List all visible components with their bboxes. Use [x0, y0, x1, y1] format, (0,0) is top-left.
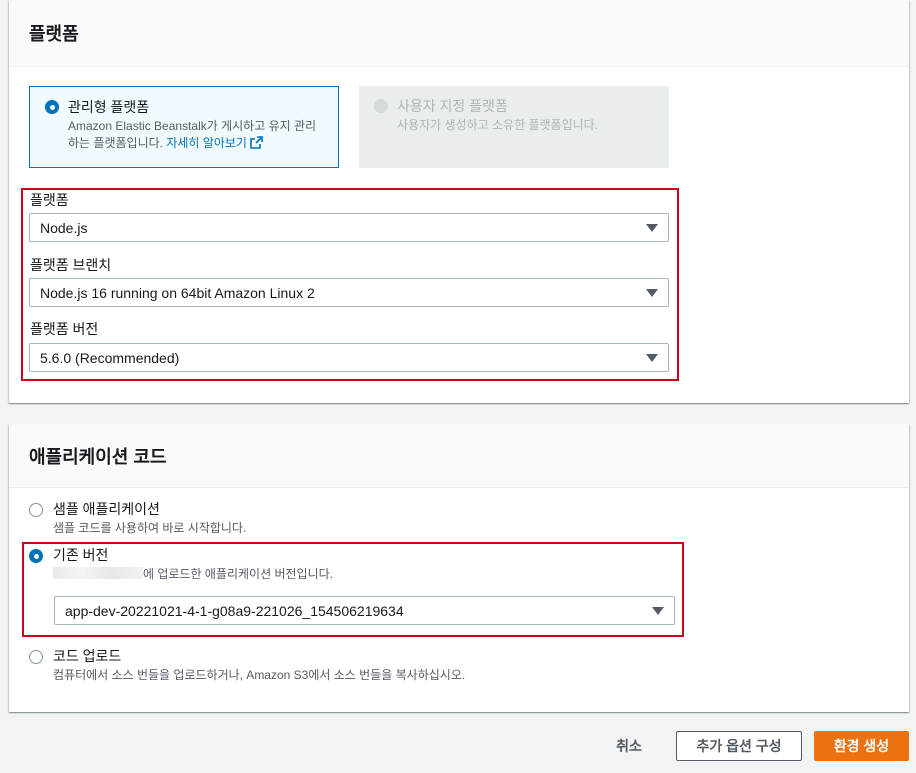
application-code-panel: 애플리케이션 코드 샘플 애플리케이션 샘플 코드를 사용하여 바로 시작합니다… — [9, 424, 909, 712]
configure-more-options-button[interactable]: 추가 옵션 구성 — [676, 731, 802, 761]
upload-code-description: 컴퓨터에서 소스 번들을 업로드하거나, Amazon S3에서 소스 번들을 … — [53, 668, 466, 682]
sample-application-title: 샘플 애플리케이션 — [53, 501, 160, 517]
managed-platform-description: Amazon Elastic Beanstalk가 게시하고 유지 관리하는 플… — [68, 118, 326, 152]
sample-application-description: 샘플 코드를 사용하여 바로 시작합니다. — [53, 521, 247, 535]
upload-code-title: 코드 업로드 — [53, 648, 122, 664]
upload-code-option[interactable]: 코드 업로드 컴퓨터에서 소스 번들을 업로드하거나, Amazon S3에서 … — [29, 648, 465, 684]
managed-platform-radio[interactable] — [45, 100, 59, 114]
custom-platform-tile: 사용자 지정 플랫폼 사용자가 생성하고 소유한 플랫폼입니다. — [359, 86, 669, 168]
learn-more-link-text[interactable]: 자세히 알아보기 — [166, 136, 247, 150]
cancel-button[interactable]: 취소 — [604, 731, 654, 761]
custom-platform-title: 사용자 지정 플랫폼 — [397, 98, 508, 114]
create-environment-button[interactable]: 환경 생성 — [814, 731, 909, 761]
platform-panel: 플랫폼 관리형 플랫폼 Amazon Elastic Beanstalk가 게시… — [9, 0, 909, 403]
external-link-icon — [250, 136, 263, 149]
application-code-title: 애플리케이션 코드 — [9, 424, 909, 488]
managed-platform-title: 관리형 플랫폼 — [68, 99, 150, 115]
learn-more-link[interactable]: 자세히 알아보기 — [166, 136, 263, 150]
custom-platform-description: 사용자가 생성하고 소유한 플랫폼입니다. — [397, 118, 599, 132]
platform-panel-title: 플랫폼 — [9, 0, 909, 67]
custom-platform-radio — [374, 99, 388, 113]
existing-version-highlight-box — [22, 542, 684, 637]
platform-highlight-box — [21, 188, 679, 381]
upload-code-radio[interactable] — [29, 650, 43, 664]
sample-application-option[interactable]: 샘플 애플리케이션 샘플 코드를 사용하여 바로 시작합니다. — [29, 501, 246, 537]
sample-application-radio[interactable] — [29, 503, 43, 517]
managed-platform-tile[interactable]: 관리형 플랫폼 Amazon Elastic Beanstalk가 게시하고 유… — [29, 86, 339, 168]
